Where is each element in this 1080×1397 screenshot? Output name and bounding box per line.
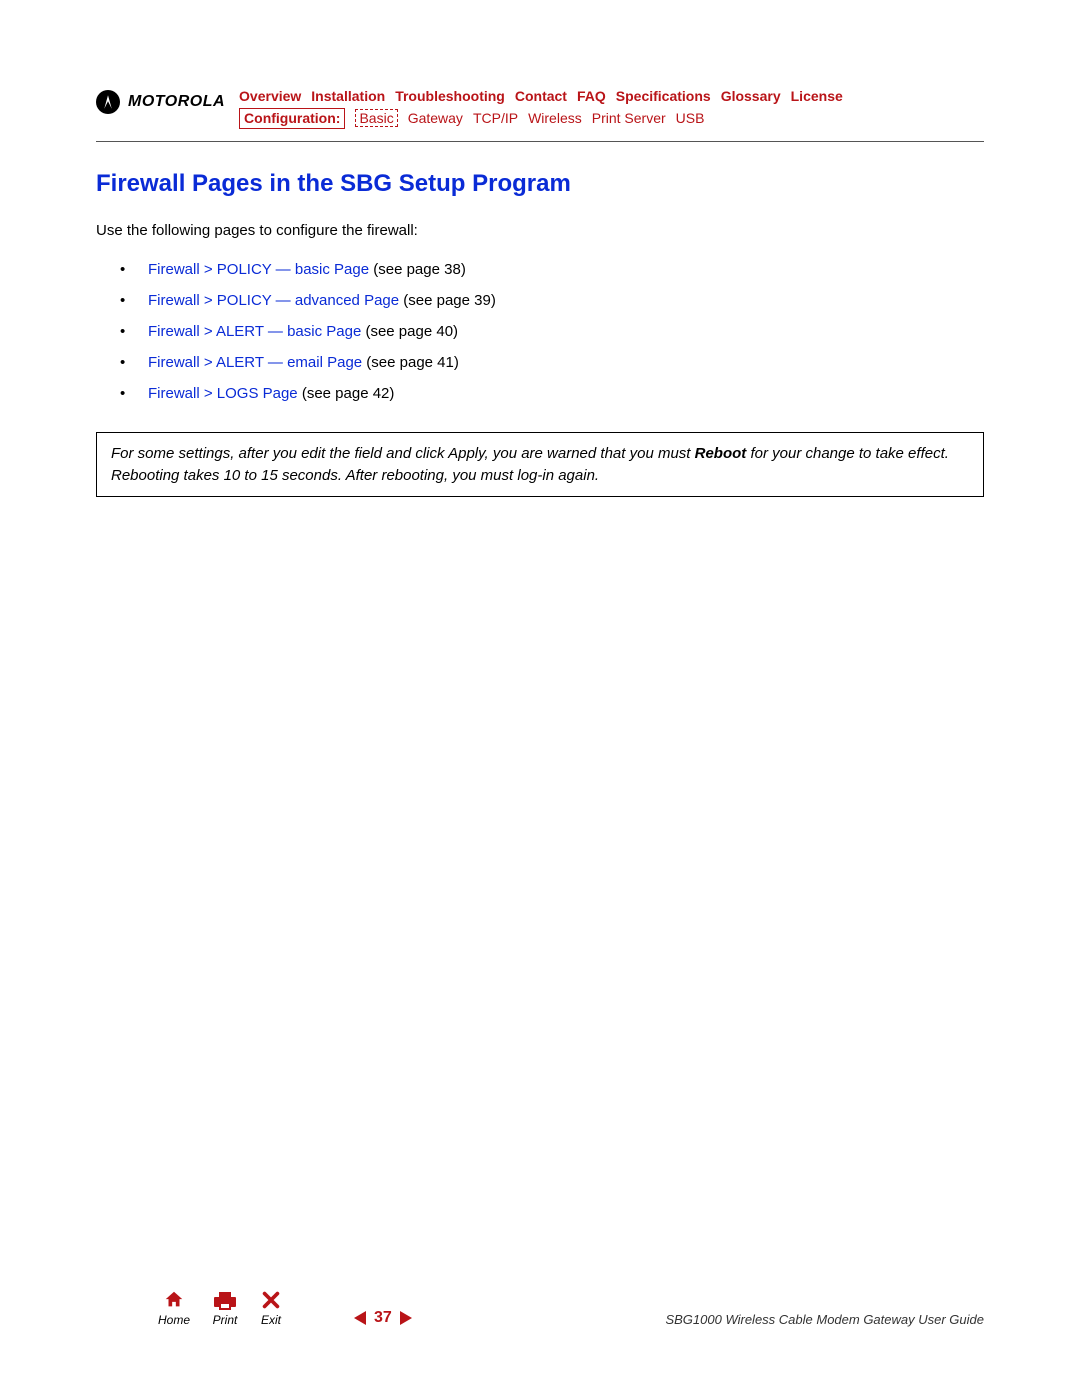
nav-contact[interactable]: Contact [515, 88, 567, 104]
header-divider [96, 141, 984, 142]
page-ref: (see page 38) [369, 261, 466, 278]
list-item: Firewall > ALERT — basic Page (see page … [120, 323, 984, 340]
list-item: Firewall > LOGS Page (see page 42) [120, 385, 984, 402]
home-icon [163, 1287, 185, 1311]
reboot-note: For some settings, after you edit the fi… [96, 432, 984, 498]
firewall-page-list: Firewall > POLICY — basic Page (see page… [96, 261, 984, 402]
page-ref: (see page 42) [298, 385, 395, 402]
exit-label: Exit [261, 1313, 281, 1327]
header: MOTOROLA Overview Installation Troublesh… [96, 86, 984, 129]
list-item: Firewall > ALERT — email Page (see page … [120, 354, 984, 371]
page-ref: (see page 41) [362, 354, 459, 371]
page-number: 37 [374, 1309, 392, 1327]
nav-faq[interactable]: FAQ [577, 88, 606, 104]
nav-troubleshooting[interactable]: Troubleshooting [395, 88, 505, 104]
primary-nav: Overview Installation Troubleshooting Co… [239, 88, 984, 104]
nav-specifications[interactable]: Specifications [616, 88, 711, 104]
brand-word: MOTOROLA [128, 93, 225, 111]
page-ref: (see page 39) [399, 292, 496, 309]
document-title: SBG1000 Wireless Cable Modem Gateway Use… [665, 1312, 984, 1327]
subnav-wireless[interactable]: Wireless [528, 110, 582, 126]
list-item: Firewall > POLICY — advanced Page (see p… [120, 292, 984, 309]
page-ref: (see page 40) [361, 323, 458, 340]
exit-button[interactable]: Exit [260, 1287, 282, 1327]
intro-text: Use the following pages to configure the… [96, 222, 984, 239]
link-firewall-alert-basic[interactable]: Firewall > ALERT — basic Page [148, 323, 361, 340]
link-firewall-policy-advanced[interactable]: Firewall > POLICY — advanced Page [148, 292, 399, 309]
home-label: Home [158, 1313, 190, 1327]
printer-icon [212, 1287, 238, 1311]
subnav-basic[interactable]: Basic [355, 109, 397, 127]
note-pre: For some settings, after you edit the fi… [111, 445, 695, 462]
nav-installation[interactable]: Installation [311, 88, 385, 104]
nav-overview[interactable]: Overview [239, 88, 301, 104]
link-firewall-policy-basic[interactable]: Firewall > POLICY — basic Page [148, 261, 369, 278]
subnav-usb[interactable]: USB [676, 110, 705, 126]
home-button[interactable]: Home [158, 1287, 190, 1327]
link-firewall-alert-email[interactable]: Firewall > ALERT — email Page [148, 354, 362, 371]
print-button[interactable]: Print [212, 1287, 238, 1327]
list-item: Firewall > POLICY — basic Page (see page… [120, 261, 984, 278]
subnav-print-server[interactable]: Print Server [592, 110, 666, 126]
note-strong: Reboot [695, 445, 747, 462]
print-label: Print [213, 1313, 238, 1327]
subnav-gateway[interactable]: Gateway [408, 110, 463, 126]
subnav-tcpip[interactable]: TCP/IP [473, 110, 518, 126]
page-title: Firewall Pages in the SBG Setup Program [96, 170, 984, 198]
exit-icon [260, 1287, 282, 1311]
secondary-nav: Configuration: Basic Gateway TCP/IP Wire… [239, 108, 984, 129]
link-firewall-logs[interactable]: Firewall > LOGS Page [148, 385, 298, 402]
nav-license[interactable]: License [791, 88, 843, 104]
nav-glossary[interactable]: Glossary [721, 88, 781, 104]
page-navigator: 37 [354, 1309, 412, 1327]
next-page-button[interactable] [400, 1311, 412, 1325]
prev-page-button[interactable] [354, 1311, 366, 1325]
motorola-batwing-icon [96, 90, 120, 114]
brand-logo: MOTOROLA [96, 90, 225, 114]
configuration-label: Configuration: [239, 108, 345, 129]
